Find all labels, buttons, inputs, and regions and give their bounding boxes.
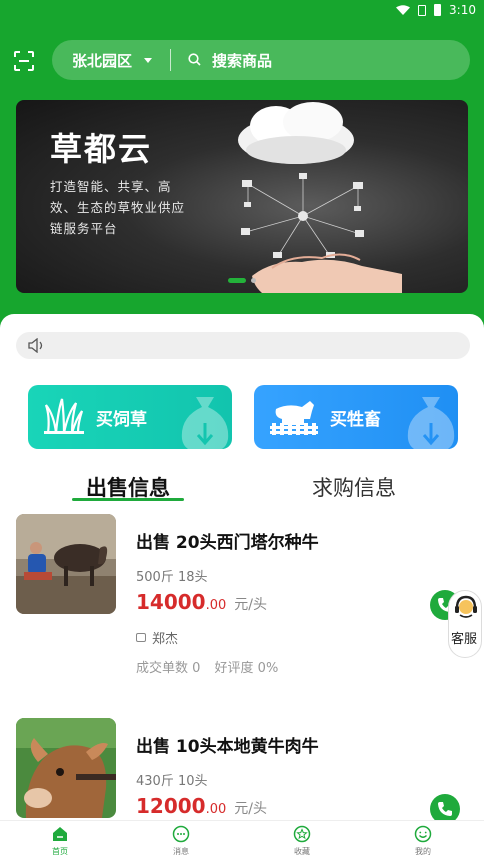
tab-favorites[interactable]: 收藏 xyxy=(272,825,332,857)
price-unit: 元/头 xyxy=(234,597,267,613)
livestock-icon xyxy=(270,401,318,435)
tab-buy-info[interactable]: 求购信息 xyxy=(312,472,396,502)
money-bag-icon xyxy=(407,397,455,449)
buy-livestock-label: 买牲畜 xyxy=(330,410,381,430)
content-card: 买饲草 买牲畜 出售信息 求购信息 出售 20头西门塔尔种牛 500斤 18头 … xyxy=(0,314,484,860)
price-integer: 12000 xyxy=(136,794,206,818)
carousel-dot-active xyxy=(228,278,246,283)
notice-bar[interactable] xyxy=(16,332,470,359)
wifi-icon xyxy=(396,5,411,15)
status-time: 3:10 xyxy=(449,3,476,17)
location-selector[interactable]: 张北园区 xyxy=(72,50,153,71)
listing-photo xyxy=(16,718,116,818)
tab-profile[interactable]: 我的 xyxy=(393,825,453,857)
status-bar: 3:10 xyxy=(0,0,484,22)
scan-icon[interactable] xyxy=(14,51,34,71)
tab-home[interactable]: 首页 xyxy=(30,825,90,857)
tab-messages[interactable]: 消息 xyxy=(151,825,211,857)
tab-favorites-label: 收藏 xyxy=(294,847,310,856)
star-icon xyxy=(293,825,311,843)
banner-subtitle: 打造智能、共享、高效、生态的草牧业供应链服务平台 xyxy=(50,179,186,236)
seller-icon xyxy=(136,633,146,642)
customer-service-button[interactable]: 客服 xyxy=(448,590,482,658)
headset-icon xyxy=(455,595,477,618)
banner-title: 草都云 xyxy=(50,130,153,168)
listing-price: 14000.00 元/头 xyxy=(136,590,267,614)
speaker-icon xyxy=(28,338,43,353)
location-label: 张北园区 xyxy=(72,52,133,70)
battery-icon xyxy=(434,4,442,16)
price-decimal: .00 xyxy=(205,802,227,817)
chevron-down-icon xyxy=(144,58,153,63)
bottom-tab-bar: 首页 消息 收藏 我的 xyxy=(0,820,484,860)
listing-seller: 郑杰 xyxy=(136,628,178,647)
home-icon xyxy=(53,827,67,841)
carousel-indicator xyxy=(228,278,256,283)
listing-price: 12000.00 元/头 xyxy=(136,794,267,818)
money-bag-icon xyxy=(181,397,229,449)
listing-item[interactable]: 出售 20头西门塔尔种牛 500斤 18头 14000.00 元/头 郑杰 成交单… xyxy=(16,514,456,684)
buy-livestock-button[interactable]: 买牲畜 xyxy=(254,385,458,449)
listing-stats: 成交单数 0 好评度 0% xyxy=(136,657,288,676)
banner-carousel[interactable]: 草都云 打造智能、共享、高效、生态的草牧业供应链服务平台 xyxy=(16,100,468,293)
profile-icon xyxy=(414,825,432,843)
price-decimal: .00 xyxy=(205,598,227,613)
cloud-image xyxy=(238,102,354,164)
deal-count: 成交单数 0 xyxy=(136,661,201,676)
search-divider xyxy=(170,49,171,71)
seller-name: 郑杰 xyxy=(152,632,179,647)
carousel-dot xyxy=(251,278,256,283)
price-integer: 14000 xyxy=(136,590,206,614)
search-icon xyxy=(188,53,201,66)
listing-photo xyxy=(16,514,116,614)
price-unit: 元/头 xyxy=(234,801,267,817)
rating: 好评度 0% xyxy=(214,661,279,676)
tab-messages-label: 消息 xyxy=(173,847,189,856)
tab-home-label: 首页 xyxy=(52,847,68,856)
buy-forage-label: 买饲草 xyxy=(96,410,147,430)
customer-service-label: 客服 xyxy=(451,632,478,647)
listing-title: 出售 10头本地黄牛肉牛 xyxy=(136,737,319,757)
active-tab-indicator xyxy=(72,498,184,501)
search-bar[interactable]: 张北园区 搜索商品 xyxy=(52,40,470,80)
message-icon xyxy=(172,825,190,843)
tab-profile-label: 我的 xyxy=(415,847,431,856)
listing-spec: 430斤 10头 xyxy=(136,774,208,789)
hand-image xyxy=(252,253,402,293)
grass-icon xyxy=(44,398,84,434)
listing-title: 出售 20头西门塔尔种牛 xyxy=(136,533,319,553)
search-input[interactable]: 搜索商品 xyxy=(212,50,272,71)
sim-icon xyxy=(418,4,427,16)
listing-spec: 500斤 18头 xyxy=(136,570,208,585)
buy-forage-button[interactable]: 买饲草 xyxy=(28,385,232,449)
